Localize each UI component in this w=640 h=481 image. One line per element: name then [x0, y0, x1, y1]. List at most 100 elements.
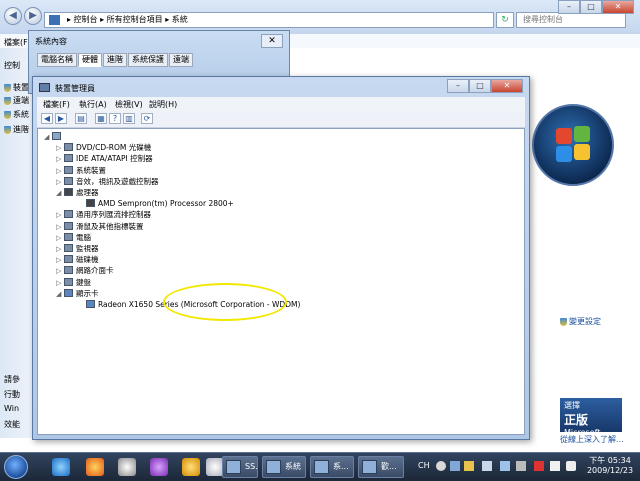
- genuine-learn-more-link[interactable]: 從線上深入了解...: [560, 434, 624, 445]
- tree-expander-icon[interactable]: ◢: [56, 289, 64, 300]
- left-item-control[interactable]: 控制: [4, 60, 20, 71]
- close-button[interactable]: ✕: [491, 79, 523, 93]
- tree-node[interactable]: ▷ 滑鼠及其他指標裝置: [56, 221, 144, 232]
- media-icon[interactable]: [182, 458, 200, 476]
- view-icon[interactable]: ▥: [123, 113, 135, 124]
- menu-help[interactable]: 說明(H): [149, 99, 177, 110]
- monitor-icon: [64, 244, 73, 252]
- taskbar-item-system[interactable]: 系統: [262, 456, 306, 478]
- tree-node-label: 電腦: [76, 232, 91, 242]
- taskbar-item-1[interactable]: SS...: [222, 456, 258, 478]
- taskbar-item-system-2[interactable]: 系...: [310, 456, 354, 478]
- see-also-performance[interactable]: 效能: [4, 419, 20, 430]
- disk-icon: [64, 255, 73, 264]
- left-item-remote[interactable]: 遠端: [4, 95, 29, 106]
- flag-blue: [556, 146, 572, 162]
- tree-node[interactable]: ◢ 顯示卡: [56, 288, 99, 299]
- firefox-icon[interactable]: [86, 458, 104, 476]
- tree-node[interactable]: ▷ DVD/CD-ROM 光碟機: [56, 142, 151, 153]
- internet-explorer-icon[interactable]: [52, 458, 70, 476]
- tree-node-label: 鍵盤: [76, 277, 91, 287]
- tree-node[interactable]: ▷ IDE ATA/ATAPI 控制器: [56, 153, 153, 164]
- left-item-advanced[interactable]: 進階: [4, 124, 29, 135]
- tree-node[interactable]: ◢ 處理器: [56, 187, 99, 198]
- ide-icon: [64, 154, 73, 163]
- tab-advanced[interactable]: 進階: [103, 53, 127, 67]
- tree-node[interactable]: ▷ 通用序列匯流排控制器: [56, 209, 151, 220]
- sound-icon: [64, 176, 73, 185]
- tab-system-protection[interactable]: 系統保護: [128, 53, 168, 67]
- search-placeholder: 搜尋控制台: [523, 15, 563, 24]
- tree-node[interactable]: ▷ 系統裝置: [56, 165, 106, 176]
- tab-hardware[interactable]: 硬體: [78, 53, 102, 67]
- tree-node[interactable]: ◢: [44, 131, 64, 142]
- close-button[interactable]: ✕: [602, 0, 634, 14]
- menu-file[interactable]: 檔案(F): [43, 99, 70, 110]
- maximize-button[interactable]: □: [469, 79, 491, 93]
- window-title: 裝置管理員: [55, 84, 95, 93]
- maximize-button[interactable]: □: [580, 0, 602, 14]
- tree-node[interactable]: ▷ 電腦: [56, 232, 91, 243]
- dvd-icon: [64, 143, 73, 152]
- app-icon[interactable]: [118, 458, 136, 476]
- tree-node[interactable]: AMD Sempron(tm) Processor 2800+: [78, 198, 234, 209]
- address-bar[interactable]: ▸ 控制台 ▸ 所有控制台項目 ▸ 系統: [44, 12, 494, 28]
- see-also-windows-update[interactable]: Win: [4, 404, 19, 413]
- tree-node[interactable]: ▷ 監視器: [56, 243, 99, 254]
- refresh-icon[interactable]: ↻: [496, 12, 514, 28]
- forward-icon[interactable]: ▶: [55, 113, 67, 124]
- usb-icon: [64, 210, 73, 219]
- task-icon: [266, 460, 281, 474]
- forward-icon[interactable]: ▶: [24, 7, 42, 25]
- tree-node[interactable]: ▷ 磁碟機: [56, 254, 99, 265]
- tray-app-icon-2[interactable]: [464, 461, 474, 471]
- tray-app-icon-4[interactable]: [516, 461, 526, 471]
- start-button[interactable]: [4, 455, 28, 479]
- messenger-icon[interactable]: [150, 458, 168, 476]
- tab-remote[interactable]: 遠端: [169, 53, 193, 67]
- tree-expander-icon[interactable]: ◢: [44, 132, 52, 143]
- back-icon[interactable]: ◀: [41, 113, 53, 124]
- tree-node-label: 顯示卡: [76, 288, 99, 298]
- input-icon[interactable]: [436, 461, 446, 471]
- taskbar-item-device-manager[interactable]: 歡...: [358, 456, 404, 478]
- menu-action[interactable]: 執行(A): [79, 99, 107, 110]
- tab-computer-name[interactable]: 電腦名稱: [37, 53, 77, 67]
- search-input[interactable]: 搜尋控制台: [516, 12, 626, 28]
- clock[interactable]: 下午 05:34 2009/12/23: [584, 456, 636, 476]
- genuine-line1: 選擇: [564, 401, 580, 410]
- action-center-icon[interactable]: [550, 461, 560, 471]
- flag-red: [556, 128, 572, 144]
- back-icon[interactable]: ◀: [4, 7, 22, 25]
- tree-node[interactable]: ▷ 音效，視訊及遊戲控制器: [56, 176, 159, 187]
- flag-green: [574, 126, 590, 142]
- taskbar: SS... 系統 系... 歡... CH 下午 05:34 2009/12/2…: [0, 452, 640, 481]
- display-adapter-icon: [86, 300, 95, 308]
- close-button[interactable]: ✕: [261, 34, 283, 48]
- menu-view[interactable]: 檢視(V): [115, 99, 143, 110]
- shield-icon: [560, 317, 567, 326]
- minimize-button[interactable]: –: [447, 79, 469, 93]
- volume-icon[interactable]: [566, 461, 576, 471]
- left-item-devices[interactable]: 裝置: [4, 82, 29, 93]
- network-icon[interactable]: [482, 461, 492, 471]
- shield-icon: [4, 83, 11, 92]
- tree-expander-icon[interactable]: ◢: [56, 188, 64, 199]
- tree-node[interactable]: ▷ 鍵盤: [56, 277, 91, 288]
- show-hide-tree-icon[interactable]: ▤: [75, 113, 87, 124]
- tree-node[interactable]: ▷ 網路介面卡: [56, 265, 114, 276]
- tray-app-icon[interactable]: [450, 461, 460, 471]
- change-settings-link[interactable]: 變更設定: [560, 316, 601, 327]
- see-also-action-center[interactable]: 行動: [4, 389, 20, 400]
- language-indicator[interactable]: CH: [418, 461, 430, 470]
- properties-icon[interactable]: ▦: [95, 113, 107, 124]
- tree-node-label: 處理器: [76, 188, 99, 197]
- tray-app-icon-3[interactable]: [500, 461, 510, 471]
- help-icon[interactable]: ?: [109, 113, 121, 124]
- tree-node-label: 網路介面卡: [76, 266, 114, 276]
- minimize-button[interactable]: –: [558, 0, 580, 14]
- tray-app-icon-5[interactable]: [534, 461, 544, 471]
- scan-hardware-icon[interactable]: ⟳: [141, 113, 153, 124]
- left-item-system[interactable]: 系統: [4, 109, 29, 120]
- menu-file[interactable]: 檔案(F): [4, 37, 31, 48]
